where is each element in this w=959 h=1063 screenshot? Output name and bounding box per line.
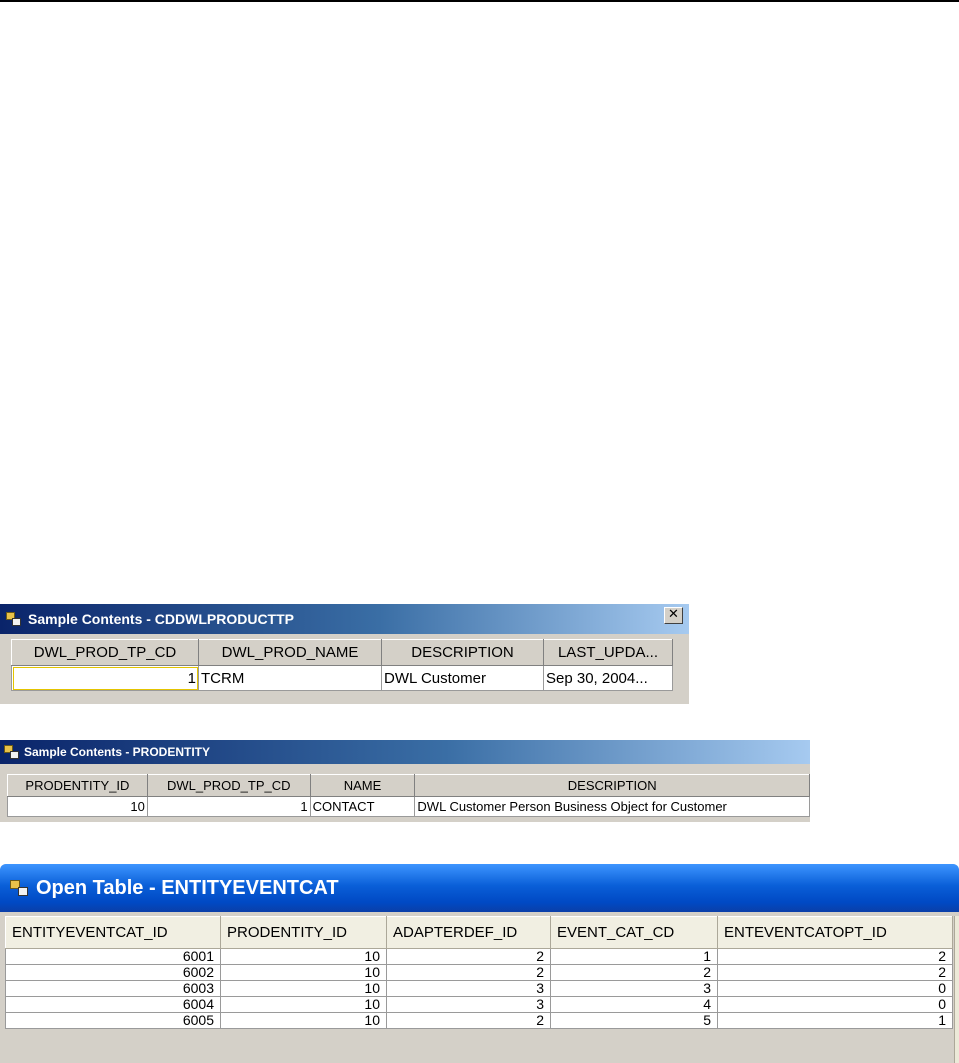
table-cell[interactable]: 3	[386, 980, 551, 997]
table-cell[interactable]: 10	[220, 964, 387, 981]
vertical-scrollbar[interactable]	[954, 916, 959, 1063]
sample-contents-window-cddwlproducttp[interactable]: Sample Contents - CDDWLPRODUCTTP ✕ DWL_P…	[0, 604, 689, 704]
window-title: Open Table - ENTITYEVENTCAT	[36, 876, 339, 899]
column-header[interactable]: DWL_PROD_NAME	[198, 639, 382, 666]
table-row[interactable]: 10 1 CONTACT DWL Customer Person Busines…	[7, 796, 810, 817]
title-bar[interactable]: Sample Contents - PRODENTITY	[0, 740, 810, 764]
header-row: ENTITYEVENTCAT_ID PRODENTITY_ID ADAPTERD…	[5, 916, 953, 949]
close-button[interactable]: ✕	[664, 607, 683, 624]
table-cell[interactable]: 10	[220, 980, 387, 997]
table-cell[interactable]: 0	[717, 996, 953, 1013]
table-cell[interactable]: 2	[717, 948, 953, 965]
open-table-window-entityeventcat[interactable]: Open Table - ENTITYEVENTCAT ENTITYEVENTC…	[0, 864, 959, 1063]
table-cell[interactable]: TCRM	[198, 665, 382, 691]
table-cell[interactable]: 4	[550, 996, 718, 1013]
table-cell[interactable]: 0	[717, 980, 953, 997]
table-cell[interactable]: 10	[220, 996, 387, 1013]
table-row[interactable]: 6003 10 3 3 0	[5, 980, 953, 997]
column-header[interactable]: DESCRIPTION	[381, 639, 544, 666]
column-header[interactable]: LAST_UPDA...	[543, 639, 673, 666]
table-row[interactable]: 6002 10 2 2 2	[5, 964, 953, 981]
column-header[interactable]: PRODENTITY_ID	[220, 916, 387, 949]
table-cell[interactable]: 3	[386, 996, 551, 1013]
column-header[interactable]: ENTITYEVENTCAT_ID	[5, 916, 221, 949]
column-header[interactable]: DWL_PROD_TP_CD	[146, 774, 311, 797]
data-grid[interactable]: PRODENTITY_ID DWL_PROD_TP_CD NAME DESCRI…	[7, 774, 810, 817]
column-header[interactable]: ENTEVENTCATOPT_ID	[717, 916, 953, 949]
table-row[interactable]: 6005 10 2 5 1	[5, 1012, 953, 1029]
column-header[interactable]: EVENT_CAT_CD	[550, 916, 718, 949]
sample-contents-window-prodentity[interactable]: Sample Contents - PRODENTITY PRODENTITY_…	[0, 740, 810, 822]
table-cell[interactable]: Sep 30, 2004...	[543, 665, 673, 691]
table-cell[interactable]: DWL Customer	[381, 665, 544, 691]
table-cell[interactable]: 2	[386, 1012, 551, 1029]
table-icon	[10, 880, 28, 896]
table-cell[interactable]: 6005	[5, 1012, 221, 1029]
column-header[interactable]: PRODENTITY_ID	[7, 774, 148, 797]
column-header[interactable]: DESCRIPTION	[414, 774, 810, 797]
table-row[interactable]: 6001 10 2 1 2	[5, 948, 953, 965]
table-cell[interactable]: 5	[550, 1012, 718, 1029]
table-cell[interactable]: 10	[220, 1012, 387, 1029]
table-cell[interactable]: 2	[386, 948, 551, 965]
column-header[interactable]: DWL_PROD_TP_CD	[11, 639, 199, 666]
table-cell[interactable]: 6002	[5, 964, 221, 981]
table-cell[interactable]: 6004	[5, 996, 221, 1013]
table-cell[interactable]: 1	[550, 948, 718, 965]
table-cell[interactable]: 2	[717, 964, 953, 981]
table-cell[interactable]: 10	[220, 948, 387, 965]
data-grid[interactable]: DWL_PROD_TP_CD DWL_PROD_NAME DESCRIPTION…	[11, 639, 673, 691]
title-bar[interactable]: Sample Contents - CDDWLPRODUCTTP ✕	[0, 604, 689, 634]
table-cell[interactable]: DWL Customer Person Business Object for …	[414, 796, 810, 817]
table-icon	[4, 745, 20, 759]
table-row[interactable]: 1 TCRM DWL Customer Sep 30, 2004...	[11, 665, 673, 691]
title-bar[interactable]: Open Table - ENTITYEVENTCAT	[0, 864, 959, 912]
table-cell[interactable]: CONTACT	[309, 796, 416, 817]
data-grid[interactable]: ENTITYEVENTCAT_ID PRODENTITY_ID ADAPTERD…	[5, 916, 953, 1029]
header-row: DWL_PROD_TP_CD DWL_PROD_NAME DESCRIPTION…	[11, 639, 673, 666]
window-title: Sample Contents - PRODENTITY	[24, 745, 211, 759]
table-cell[interactable]: 1	[11, 665, 199, 691]
table-cell[interactable]: 1	[717, 1012, 953, 1029]
window-title: Sample Contents - CDDWLPRODUCTTP	[28, 611, 294, 627]
table-cell[interactable]: 6001	[5, 948, 221, 965]
table-cell[interactable]: 6003	[5, 980, 221, 997]
table-cell[interactable]: 3	[550, 980, 718, 997]
top-rule	[0, 0, 959, 2]
table-icon	[6, 612, 22, 626]
column-header[interactable]: NAME	[309, 774, 416, 797]
header-row: PRODENTITY_ID DWL_PROD_TP_CD NAME DESCRI…	[7, 774, 810, 797]
table-cell[interactable]: 2	[386, 964, 551, 981]
table-cell[interactable]: 10	[7, 796, 148, 817]
column-header[interactable]: ADAPTERDEF_ID	[386, 916, 551, 949]
table-cell[interactable]: 2	[550, 964, 718, 981]
table-row[interactable]: 6004 10 3 4 0	[5, 996, 953, 1013]
table-cell[interactable]: 1	[146, 796, 311, 817]
